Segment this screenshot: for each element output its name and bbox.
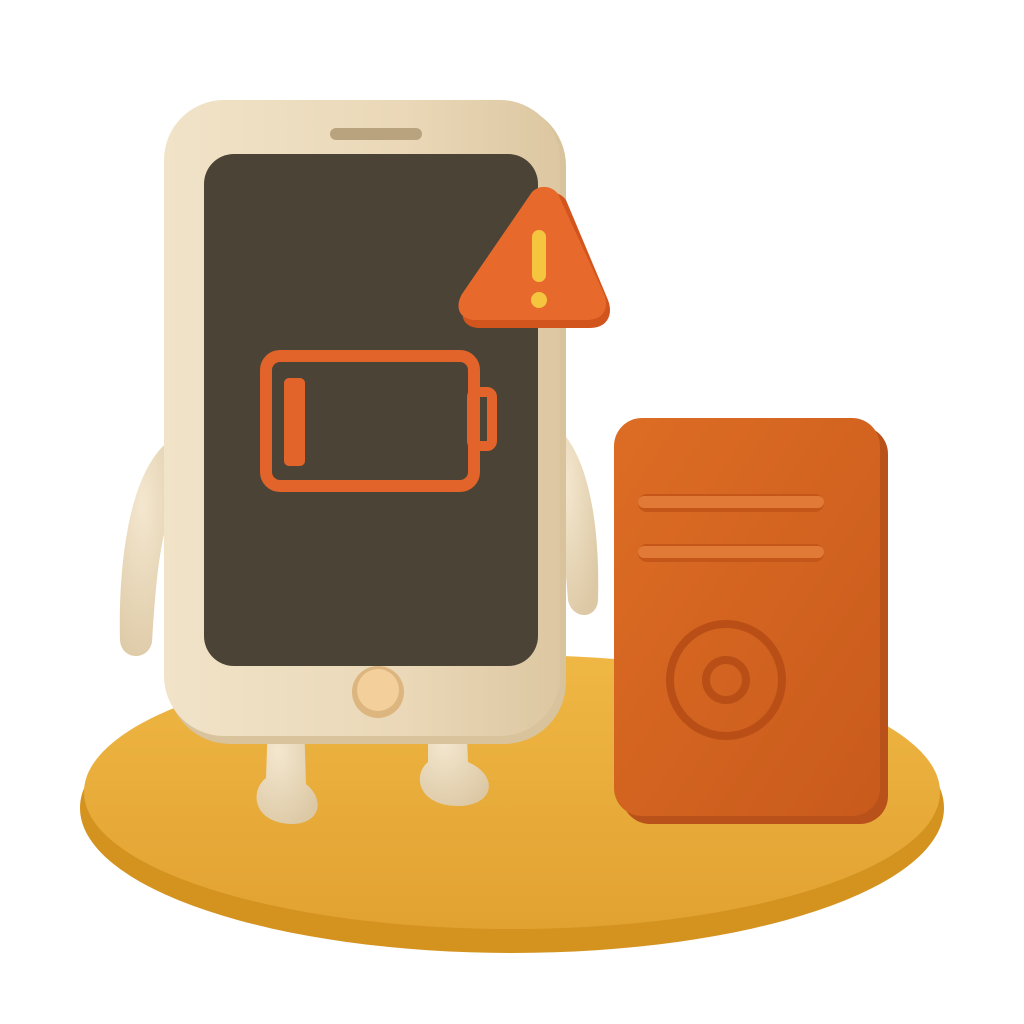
warning-exclamation-dot [531, 292, 547, 308]
power-bank-icon [614, 418, 888, 824]
phone-speaker-slot [330, 128, 422, 140]
illustration-scene [80, 100, 944, 953]
phone [164, 100, 566, 744]
warning-exclamation-bar [532, 230, 546, 282]
battery-level-fill [284, 378, 305, 466]
